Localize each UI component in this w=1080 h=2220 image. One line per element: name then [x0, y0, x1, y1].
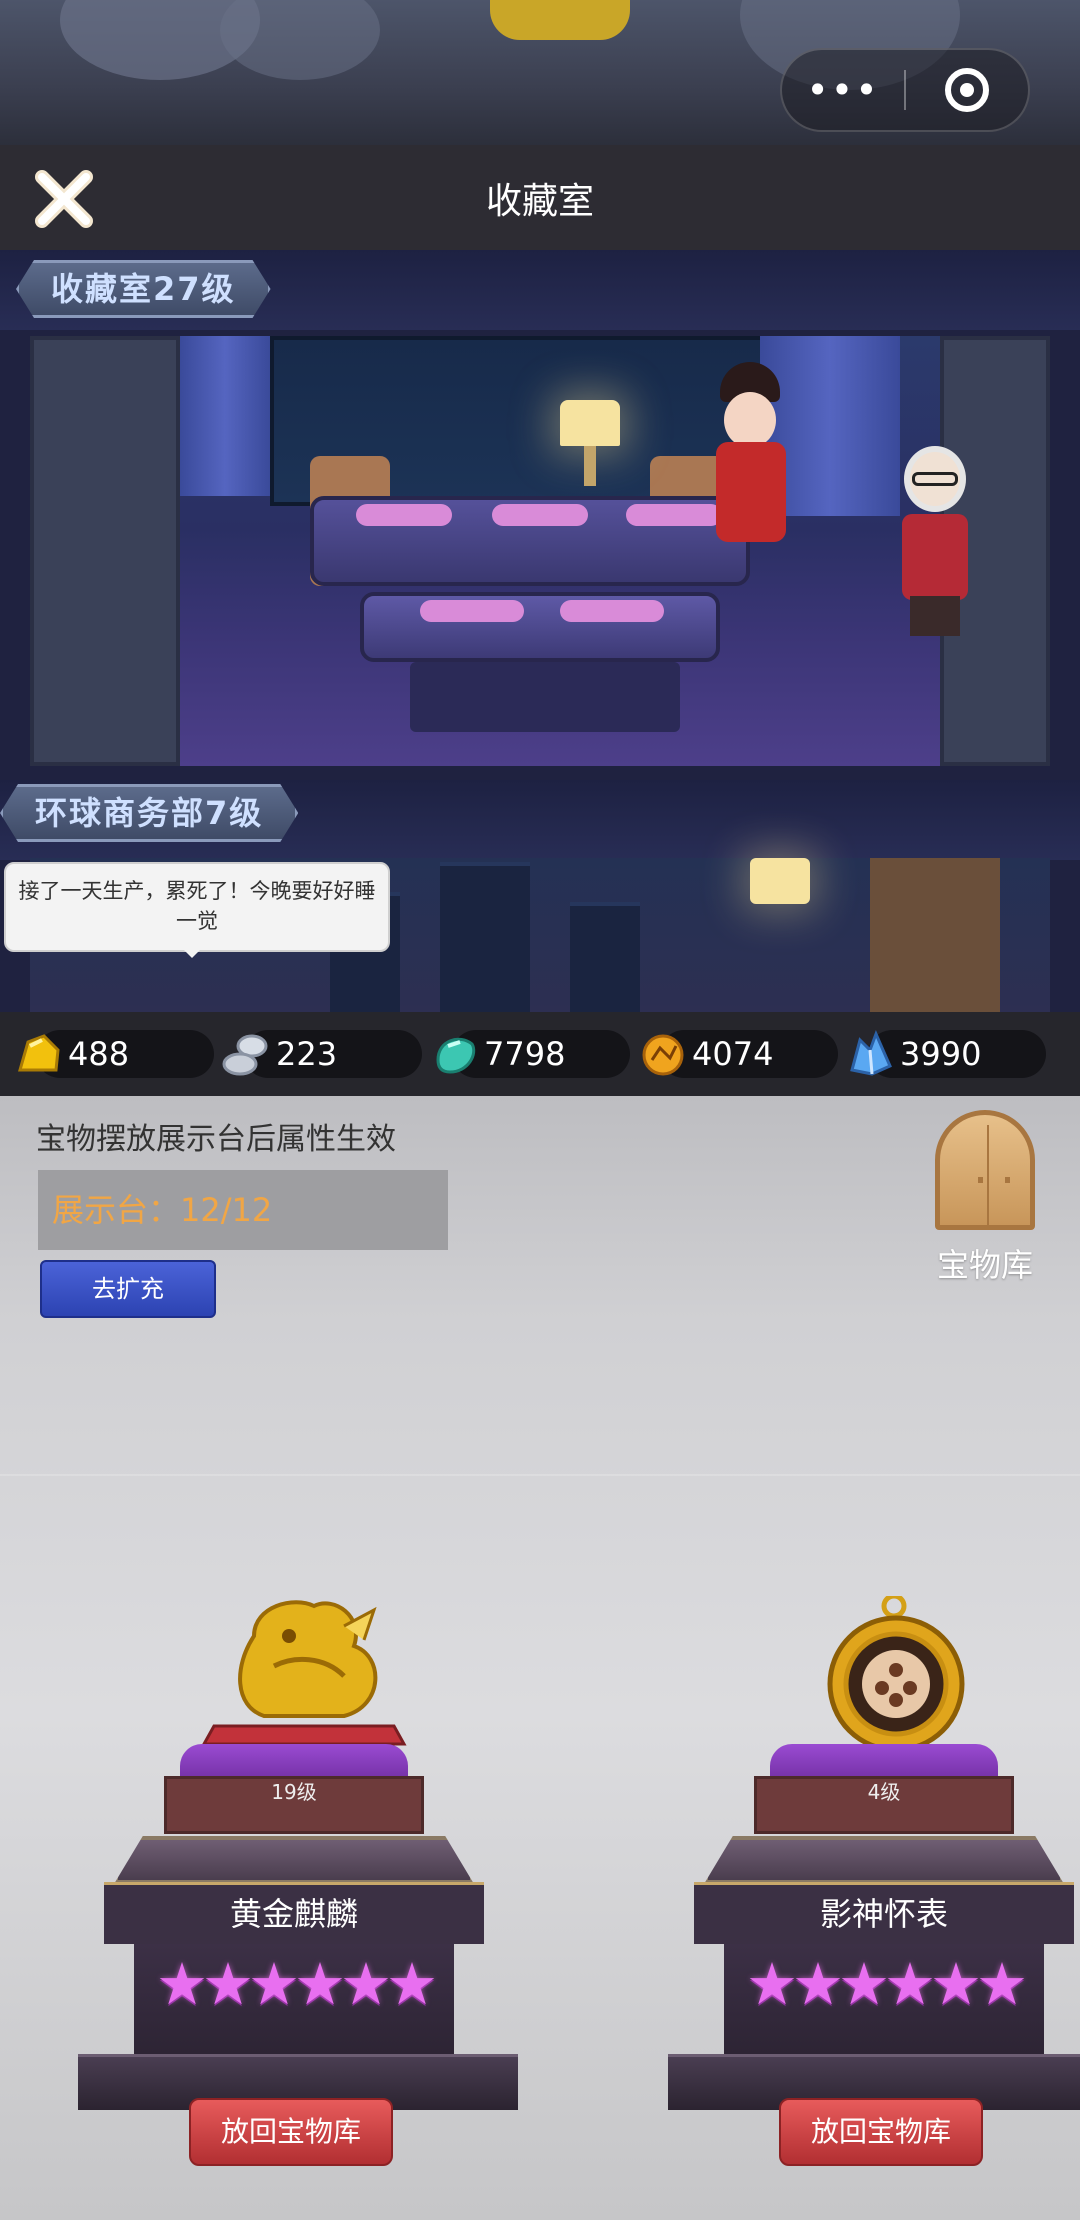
golden-qilin-icon[interactable]	[194, 1596, 414, 1756]
building-scene: 收藏室27级 环球商务部7级 接了一天生产，累死了！今晚要好好睡一觉	[0, 250, 1080, 1012]
lamp-icon	[750, 858, 810, 904]
pocket-watch-icon[interactable]	[784, 1596, 1004, 1756]
resource-gold[interactable]: 488	[10, 1026, 214, 1082]
vault-button[interactable]: 宝物库	[915, 1110, 1055, 1286]
treasure-pedestal: 19级 黄金麒麟 ★★★★★★ 放回宝物库	[54, 1596, 554, 2220]
table-cushion	[356, 504, 452, 526]
close-icon[interactable]	[30, 165, 98, 233]
floor-divider	[0, 1474, 1080, 1476]
display-table	[360, 592, 720, 662]
vault-label: 宝物库	[936, 1246, 1033, 1284]
city-building	[440, 862, 530, 1012]
resource-amber[interactable]: 4074	[634, 1026, 838, 1082]
lamp-icon	[560, 400, 620, 446]
city-building	[570, 902, 640, 1012]
table-base	[410, 662, 680, 732]
miniprogram-capsule: •••	[780, 48, 1030, 132]
scene-decor	[220, 0, 380, 80]
close-miniprogram-button[interactable]	[906, 68, 1028, 112]
treasure-pedestal: 4级 影神怀表 ★★★★★★ 放回宝物库	[644, 1596, 1080, 2220]
character-lady-icon[interactable]	[706, 362, 796, 552]
lamp-stand	[584, 446, 596, 486]
game-scene-top: •••	[0, 0, 1080, 145]
table-cushion	[560, 600, 664, 622]
treasure-display-panel: 宝物摆放展示台后属性生效 展示台：12/12 去扩充 宝物库 19级 黄金麒麟 …	[0, 1096, 1080, 2220]
page-title: 收藏室	[485, 180, 594, 222]
resource-jade[interactable]: 7798	[426, 1026, 630, 1082]
door-icon	[935, 1110, 1035, 1230]
resource-bar: 488 223 7798 4074 3990	[0, 1012, 1080, 1096]
table-cushion	[492, 504, 588, 526]
character-elder-icon[interactable]	[890, 446, 980, 646]
title-bar: 收藏室	[0, 145, 1080, 250]
curtain	[180, 336, 270, 496]
pedestal-top	[704, 1836, 1064, 1884]
treasure-name: 黄金麒麟	[104, 1882, 484, 1944]
resource-crystal[interactable]: 3990	[842, 1026, 1046, 1082]
room-level-tag[interactable]: 环球商务部7级	[0, 784, 298, 842]
bookshelf	[30, 336, 180, 766]
expand-button[interactable]: 去扩充	[40, 1260, 216, 1318]
treasure-level: 19级	[271, 1780, 317, 1804]
return-to-vault-button[interactable]: 放回宝物库	[779, 2098, 983, 2166]
resource-silver[interactable]: 223	[218, 1026, 422, 1082]
star-rating: ★★★★★★	[156, 1950, 438, 2018]
star-rating: ★★★★★★	[746, 1950, 1028, 2018]
stand-count-box: 展示台：12/12	[38, 1170, 448, 1250]
pedestal-top	[114, 1836, 474, 1884]
effect-hint: 宝物摆放展示台后属性生效	[36, 1122, 396, 1157]
speech-bubble: 接了一天生产，累死了！今晚要好好睡一觉	[4, 862, 390, 958]
stand-label: 展示台：	[52, 1191, 181, 1229]
return-to-vault-button[interactable]: 放回宝物库	[189, 2098, 393, 2166]
treasure-level: 4级	[867, 1780, 901, 1804]
more-menu-button[interactable]: •••	[782, 48, 904, 132]
jade-icon	[436, 1037, 476, 1074]
stand-count: 12/12	[180, 1191, 273, 1229]
collection-room[interactable]	[30, 336, 1050, 766]
amber-icon	[642, 1034, 684, 1076]
room-level-tag[interactable]: 收藏室27级	[16, 260, 271, 318]
silver-ore-icon	[222, 1034, 268, 1076]
bookshelf	[870, 858, 1000, 1012]
crystal-icon	[850, 1030, 892, 1076]
target-icon	[944, 68, 989, 112]
scene-decor	[490, 0, 630, 40]
treasure-name: 影神怀表	[694, 1882, 1074, 1944]
table-cushion	[420, 600, 524, 622]
gold-ore-icon	[18, 1034, 60, 1072]
